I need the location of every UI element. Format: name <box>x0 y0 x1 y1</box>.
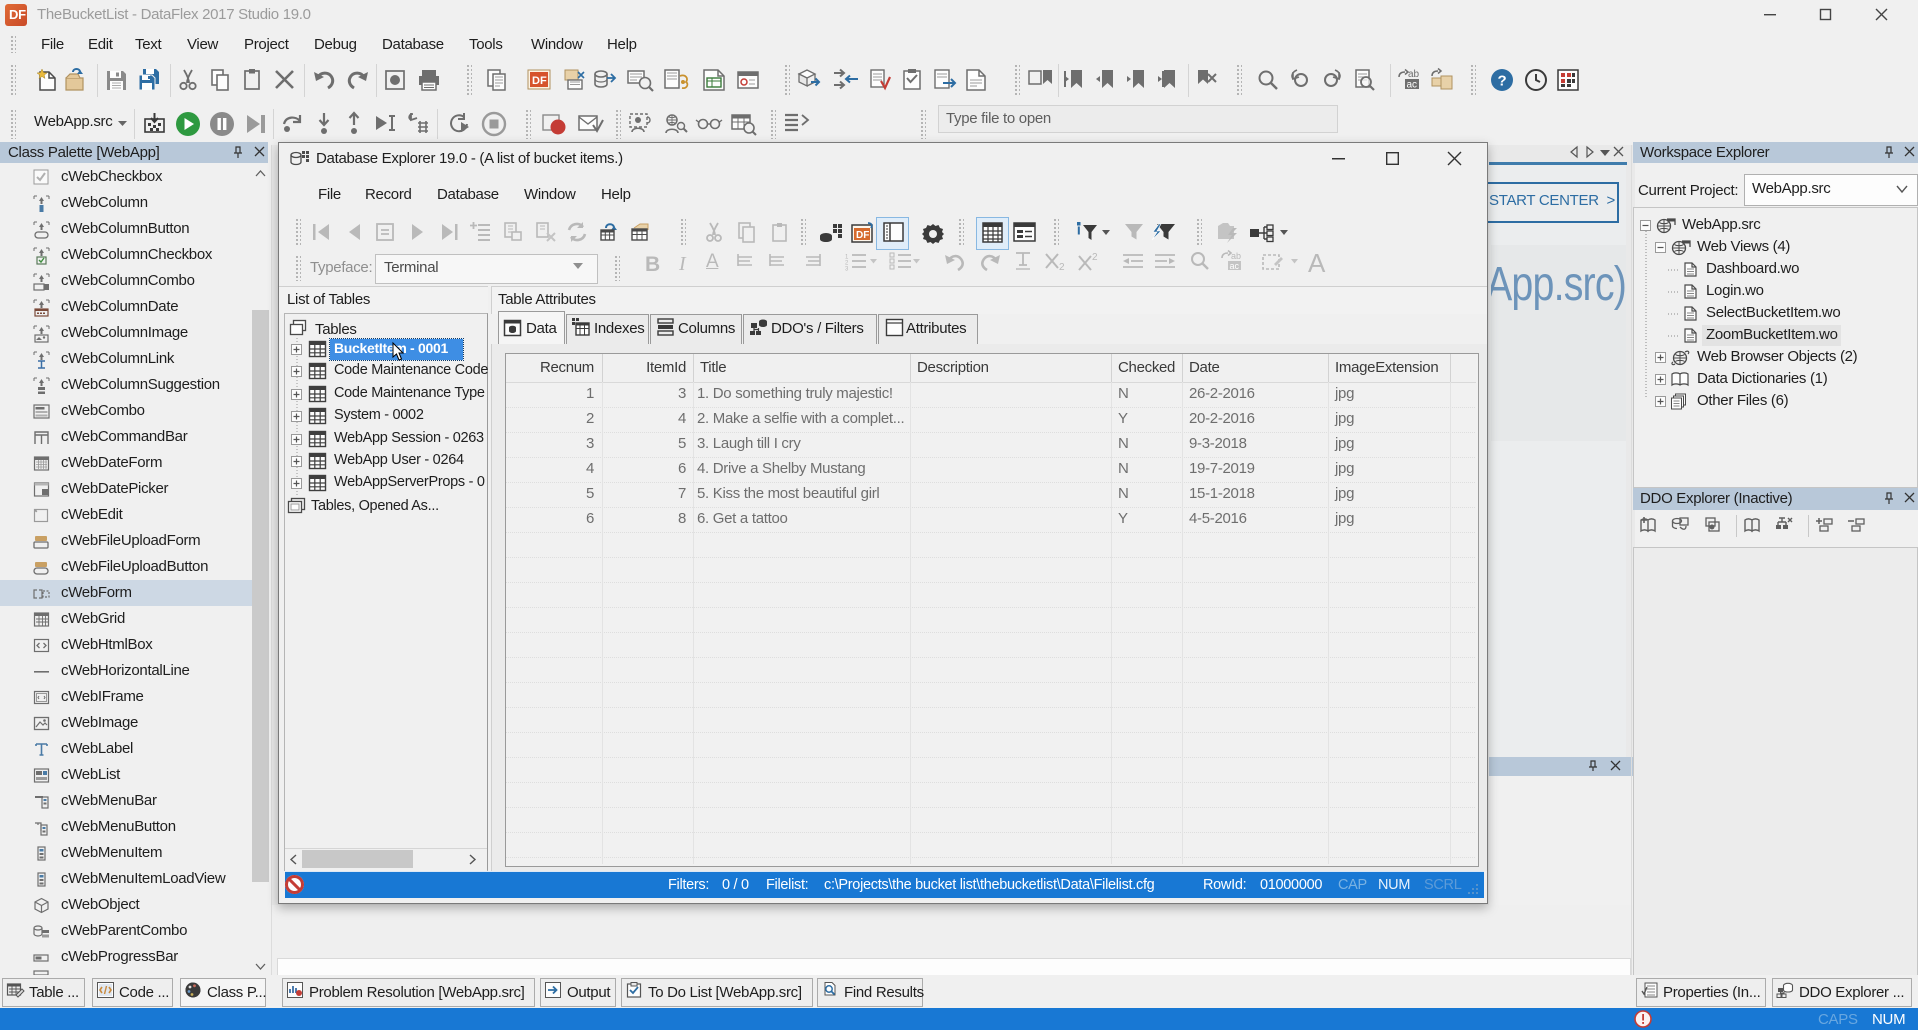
svg-text:2: 2 <box>1059 262 1065 273</box>
svg-text:?: ? <box>1498 73 1507 90</box>
svg-text:ab: ab <box>1408 69 1420 80</box>
svg-text:ab: ab <box>1231 251 1241 261</box>
svg-text:ac: ac <box>1407 80 1418 91</box>
svg-text:DF: DF <box>856 230 869 241</box>
svg-text:DF: DF <box>532 75 547 87</box>
svg-text:ac: ac <box>1230 261 1240 271</box>
svg-text:2: 2 <box>1092 252 1098 263</box>
